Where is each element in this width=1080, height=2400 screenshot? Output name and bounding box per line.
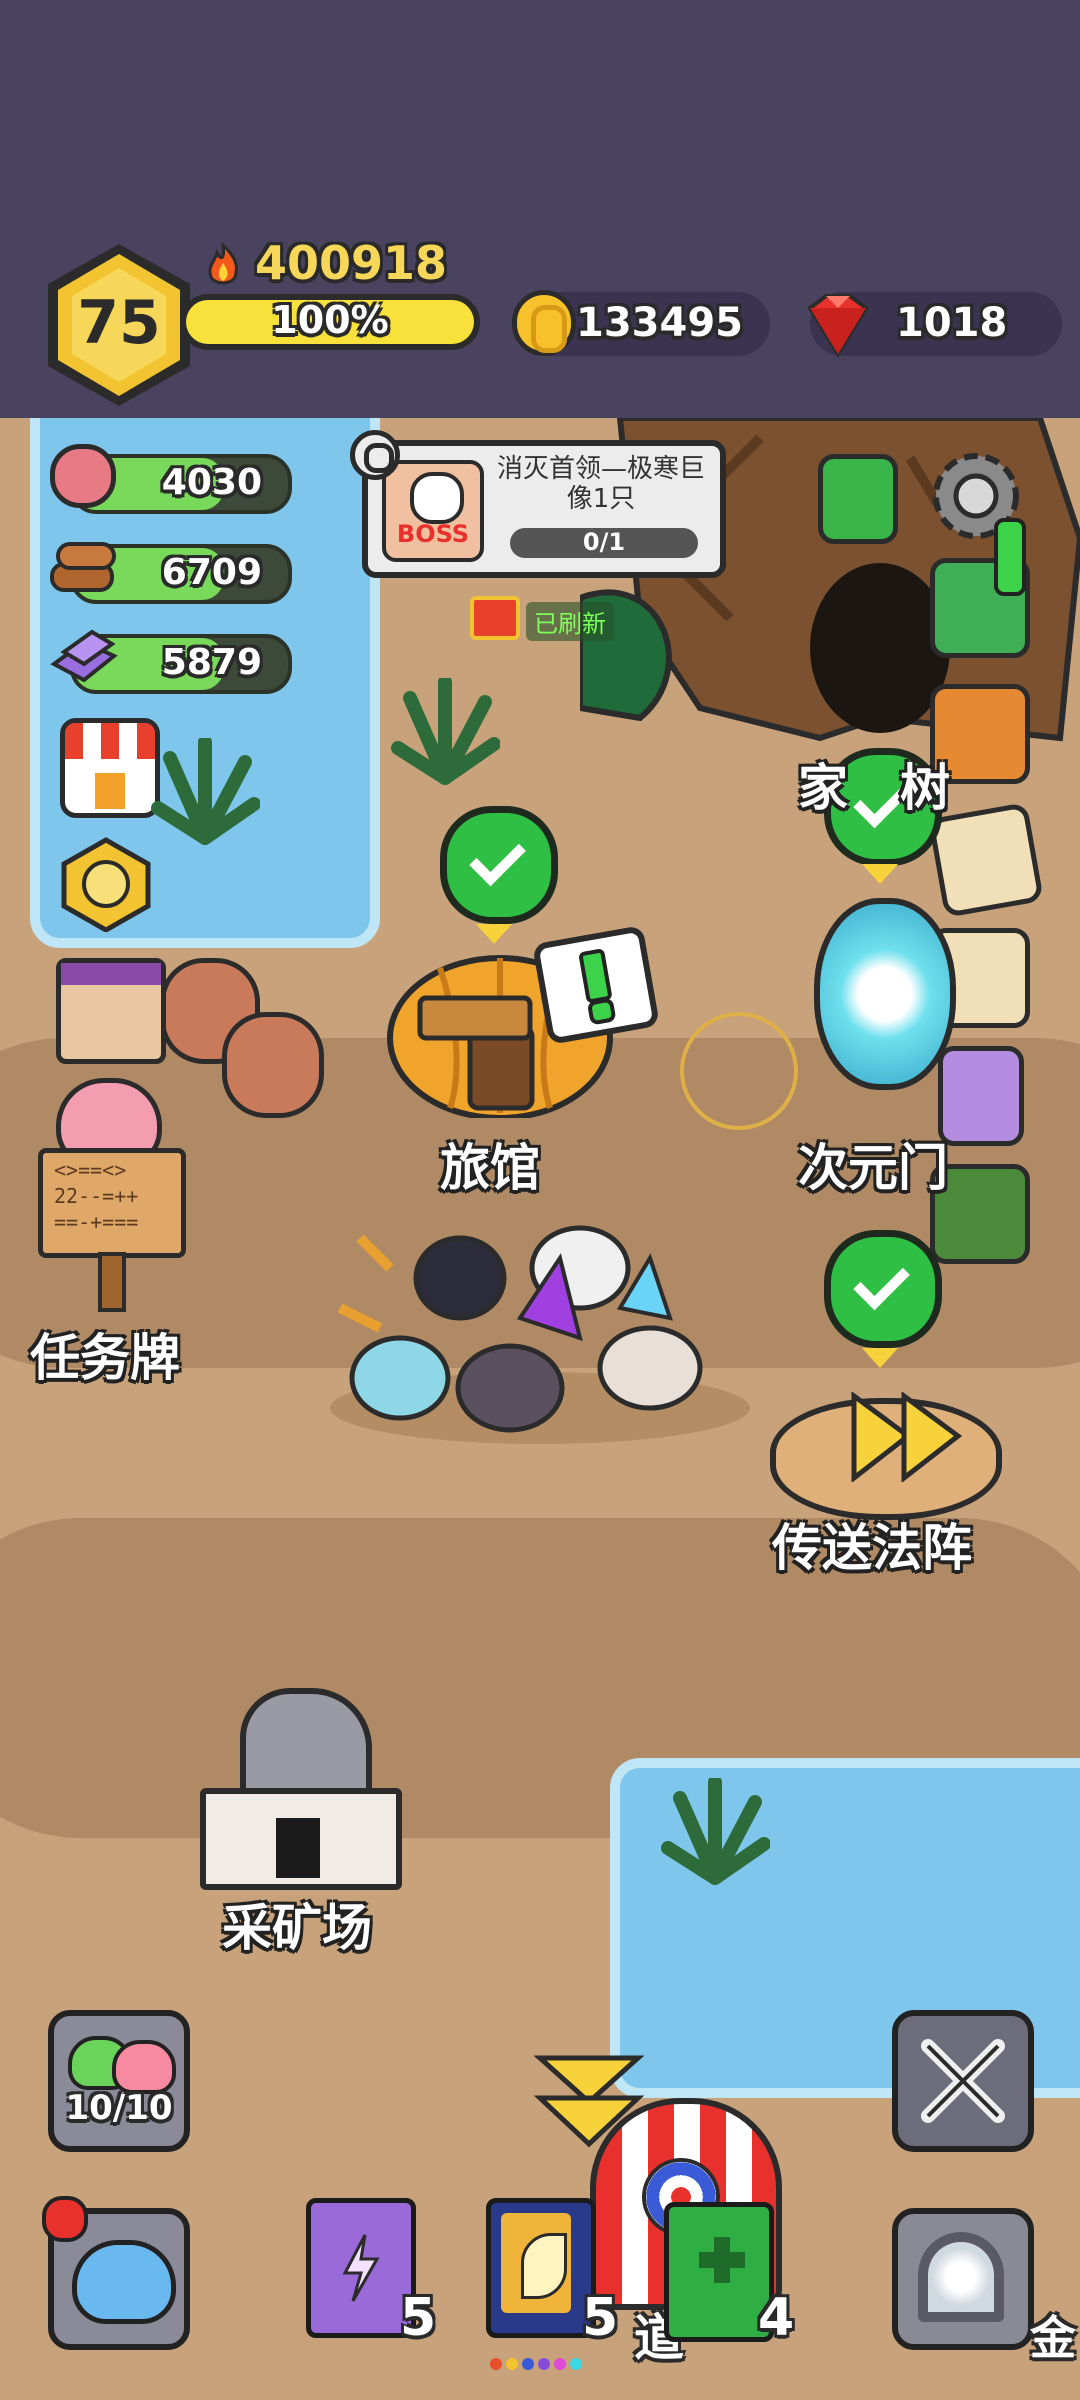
purple-book-count: 5 [400, 2288, 437, 2348]
mine-building[interactable] [200, 1688, 402, 1890]
sign-line: <>==<> [54, 1158, 127, 1182]
sign-line: ==-+=== [54, 1210, 139, 1234]
calendar-icon[interactable] [56, 958, 166, 1064]
rank-badge-icon[interactable] [56, 836, 156, 933]
dimension-portal[interactable] [814, 898, 956, 1090]
meat-icon [50, 444, 116, 508]
stone-gate-icon [918, 2232, 1004, 2322]
exp-percent: 100% [271, 298, 389, 342]
power-value: 400918 [255, 236, 448, 290]
blue-slime-icon [72, 2240, 176, 2324]
sign-line: 22--=++ [54, 1184, 139, 1208]
slime-count: 10/10 [65, 2088, 173, 2128]
slime-pair-icon [68, 2026, 176, 2094]
coin-icon [512, 290, 576, 356]
search-icon[interactable] [350, 430, 400, 480]
quest-text: 消灭首领—极寒巨像1只 [496, 454, 705, 514]
battle-button[interactable] [892, 2010, 1034, 2152]
wood-value: 6709 [161, 552, 262, 593]
boss-skull-icon: BOSS [382, 460, 484, 562]
page-indicator-dots [490, 2358, 600, 2372]
task-board-sign[interactable]: <>==<> 22--=++ ==-+=== [38, 1148, 186, 1312]
quest-progress: 0/1 [582, 528, 626, 556]
gold-value: 133495 [576, 300, 743, 346]
refresh-chest-icon [470, 596, 520, 640]
portal-gate-button[interactable] [892, 2208, 1034, 2350]
clay-pot [222, 1012, 324, 1118]
arrow-down-icon [862, 1348, 898, 1368]
exp-bar: 100% [180, 294, 480, 350]
inn-alert-bubble[interactable] [531, 925, 661, 1045]
skull-card-icon[interactable] [938, 1046, 1024, 1146]
hero-party[interactable] [320, 1198, 760, 1448]
crystal-icon [48, 628, 118, 688]
crystal-value: 5879 [161, 642, 262, 683]
portal-label: 次元门 [798, 1139, 948, 1197]
crossed-swords-icon [918, 2036, 1008, 2130]
top-status-bar: 75 400918 100% 133495 1018 [0, 0, 1080, 418]
arrow-down-icon [862, 864, 898, 884]
fire-icon [205, 240, 241, 287]
quest-progress-bar: 0/1 [510, 528, 698, 558]
mine-label: 采矿场 [222, 1899, 372, 1957]
right-building-label: 金 [1030, 2311, 1076, 2365]
meat-value: 4030 [161, 462, 262, 503]
lightning-icon [341, 2233, 381, 2307]
alert-exclamation-icon [994, 518, 1026, 596]
notification-dot [42, 2196, 88, 2242]
level-number: 75 [77, 288, 161, 358]
slime-team-button[interactable]: 10/10 [48, 2010, 190, 2152]
teleport-ready-check-icon [824, 1230, 942, 1348]
home-tree-label: 家 [798, 759, 848, 817]
world-map[interactable]: 4030 6709 5879 BOSS 消灭首领—极寒巨像1只 0/1 已刷新 [0, 418, 1080, 2400]
teleport-array[interactable] [760, 1368, 1002, 1520]
home-tree-label-end: 树 [900, 759, 950, 817]
refreshed-label: 已刷新 [526, 602, 614, 641]
boss-quest-panel[interactable]: BOSS 消灭首领—极寒巨像1只 0/1 [362, 440, 726, 578]
level-badge[interactable]: 75 [44, 240, 194, 410]
green-book-count: 4 [758, 2288, 795, 2348]
fern-plant [150, 735, 261, 852]
book-icon[interactable] [818, 454, 898, 544]
ruby-icon [798, 292, 878, 362]
yellow-book-count: 5 [582, 2288, 619, 2348]
fern-plant [390, 675, 501, 792]
wood-icon [48, 538, 118, 598]
fern-plant [660, 1775, 771, 1892]
fast-forward-icon [850, 1391, 970, 1486]
yellow-skill-book[interactable] [486, 2198, 596, 2338]
task-board-label: 任务牌 [30, 1329, 180, 1387]
shop-icon[interactable] [60, 718, 160, 818]
plus-icon [699, 2237, 745, 2283]
inn-ready-check-icon [440, 806, 558, 924]
gem-value: 1018 [896, 300, 1008, 346]
boss-label: BOSS [396, 520, 470, 548]
inn-label: 旅馆 [440, 1139, 540, 1197]
target-ring [680, 1012, 798, 1130]
teleport-label: 传送法阵 [772, 1519, 972, 1577]
